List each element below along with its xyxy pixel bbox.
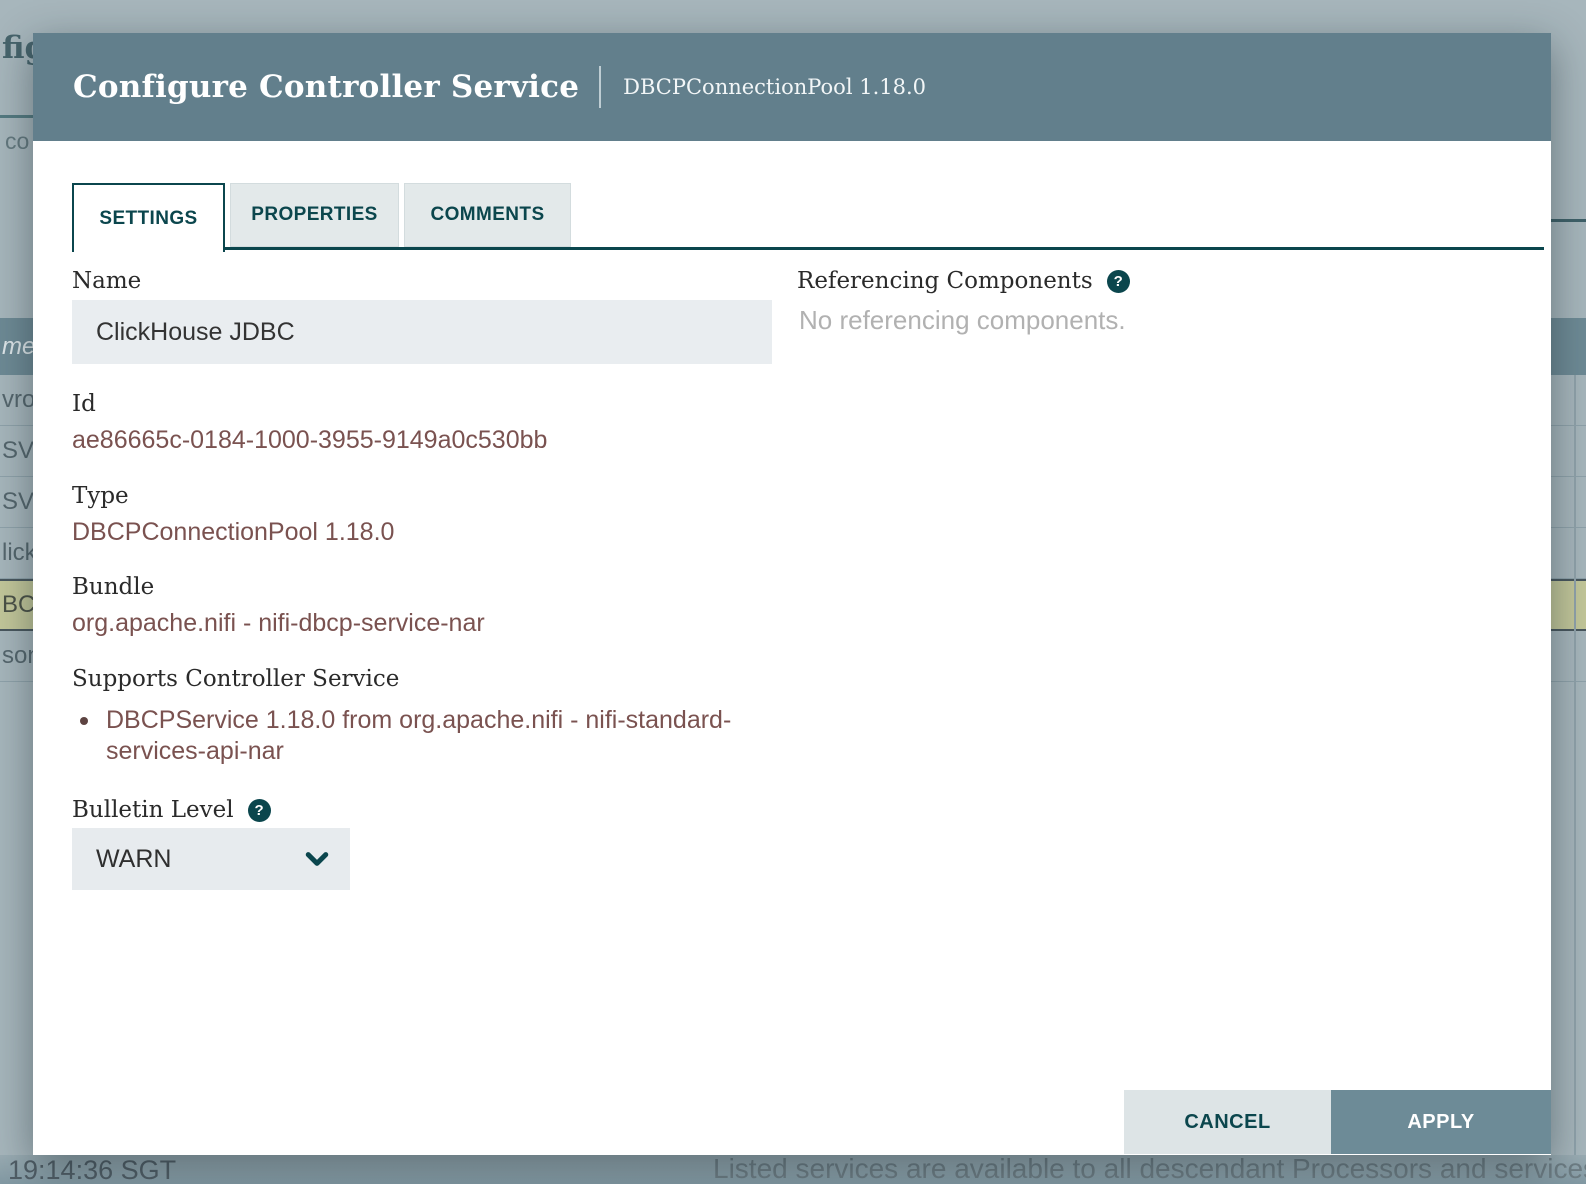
chevron-down-icon: [302, 844, 332, 874]
tab-bar: SETTINGS PROPERTIES COMMENTS: [72, 183, 571, 252]
bulletin-level-label: Bulletin Level: [72, 797, 234, 823]
tab-underline: [72, 247, 1544, 250]
help-icon[interactable]: ?: [1107, 270, 1130, 293]
background-grid-line: [1574, 375, 1576, 1155]
background-divider-right: [1551, 219, 1586, 222]
cancel-button[interactable]: CANCEL: [1124, 1090, 1331, 1154]
bundle-label: Bundle: [72, 574, 154, 600]
tab-settings[interactable]: SETTINGS: [72, 183, 225, 252]
bulletin-level-value: WARN: [96, 845, 302, 874]
bullet-icon: [80, 717, 88, 725]
id-label: Id: [72, 391, 96, 417]
status-time: 19:14:36 SGT: [8, 1155, 176, 1184]
supports-controller-service-item: DBCPService 1.18.0 from org.apache.nifi …: [72, 705, 766, 767]
background-filter-partial: co: [5, 128, 29, 155]
table-row-label: lick: [0, 539, 37, 567]
id-value: ae86665c-0184-1000-3955-9149a0c530bb: [72, 426, 547, 455]
tab-comments[interactable]: COMMENTS: [404, 183, 571, 247]
background-table-header-label: me: [0, 333, 35, 361]
type-label: Type: [72, 483, 129, 509]
referencing-components-empty: No referencing components.: [799, 305, 1126, 336]
background-status-bar: 19:14:36 SGT Listed services are availab…: [0, 1155, 1586, 1184]
bulletin-level-row: Bulletin Level ?: [72, 797, 271, 823]
referencing-components-row: Referencing Components ?: [797, 268, 1130, 294]
title-separator: [599, 66, 601, 108]
referencing-components-label: Referencing Components: [797, 268, 1093, 294]
bulletin-level-dropdown[interactable]: WARN: [72, 828, 350, 890]
type-value: DBCPConnectionPool 1.18.0: [72, 518, 394, 547]
name-input[interactable]: [72, 300, 772, 364]
dialog-subtitle: DBCPConnectionPool 1.18.0: [623, 75, 926, 99]
help-icon[interactable]: ?: [248, 799, 271, 822]
configure-controller-service-dialog: Configure Controller Service DBCPConnect…: [33, 33, 1551, 1155]
tab-properties[interactable]: PROPERTIES: [230, 183, 399, 247]
supports-controller-service-label: Supports Controller Service: [72, 666, 399, 692]
background-divider-left: [0, 115, 33, 118]
dialog-title: Configure Controller Service: [73, 69, 579, 105]
table-row-label: vro: [0, 386, 35, 414]
status-note: Listed services are available to all des…: [713, 1155, 1586, 1184]
supports-controller-service-text: DBCPService 1.18.0 from org.apache.nifi …: [106, 705, 766, 767]
apply-button[interactable]: APPLY: [1331, 1090, 1551, 1154]
bundle-value: org.apache.nifi - nifi-dbcp-service-nar: [72, 609, 485, 638]
name-label: Name: [72, 268, 141, 294]
dialog-header: Configure Controller Service DBCPConnect…: [33, 33, 1551, 141]
